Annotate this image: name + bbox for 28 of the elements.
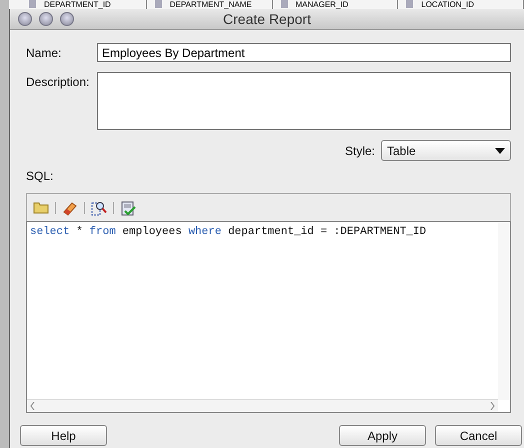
vertical-scrollbar[interactable] <box>498 222 510 400</box>
column-icon <box>280 0 288 8</box>
column-header: MANAGER_ID <box>296 0 348 9</box>
cancel-button[interactable]: Cancel <box>435 425 522 446</box>
column-icon <box>29 0 36 8</box>
column-icon <box>406 0 414 8</box>
field-label: Description: <box>26 74 90 91</box>
field-label: Name: <box>26 45 62 62</box>
apply-button[interactable]: Apply <box>339 425 426 446</box>
close-button[interactable] <box>18 12 32 26</box>
name-field[interactable]: Employees By Department <box>97 43 511 62</box>
column-icon <box>154 0 162 8</box>
eraser-icon[interactable] <box>62 200 78 216</box>
column-header: DEPARTMENT_NAME <box>170 0 252 9</box>
folder-icon[interactable] <box>33 201 49 214</box>
field-label: Style: <box>344 144 375 158</box>
field-label: SQL: <box>26 169 54 183</box>
column-header: LOCATION_ID <box>421 0 474 9</box>
minimize-button[interactable] <box>39 12 53 26</box>
style-dropdown[interactable]: Table <box>381 140 511 161</box>
magnifier-icon[interactable] <box>91 200 107 216</box>
window-title: Create Report <box>222 11 312 27</box>
zoom-button[interactable] <box>60 12 74 26</box>
description-field[interactable] <box>97 72 511 130</box>
horizontal-scrollbar[interactable] <box>27 399 498 412</box>
checklist-icon[interactable] <box>120 200 136 216</box>
column-header: DEPARTMENT_ID <box>44 0 111 9</box>
help-button[interactable]: Help <box>20 425 107 446</box>
